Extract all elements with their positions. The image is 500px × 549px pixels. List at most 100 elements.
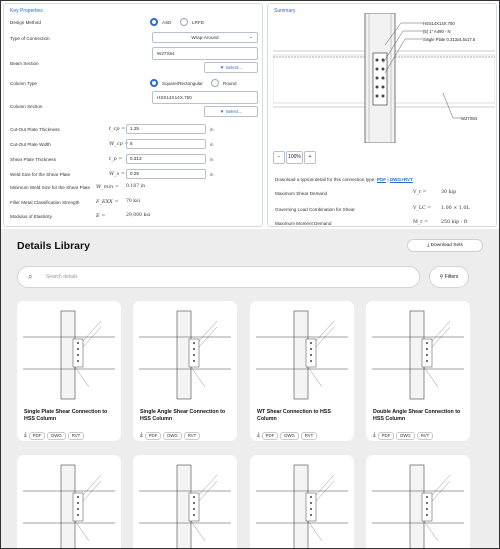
detail-drawing [23,310,115,400]
radio-asd-label: ASD [162,20,172,25]
radio-lrfd[interactable] [180,18,188,26]
download-detail-text: Download a typical detail for this conne… [275,177,413,182]
download-icon[interactable]: ⤓ [373,432,376,439]
field-label: Weld Size for the Shear Plate [10,172,71,177]
download-detail-label: Download a typical detail for this conne… [275,177,376,182]
format-tag[interactable]: RVT [416,431,434,440]
format-tag[interactable]: RVT [300,431,318,440]
format-tag[interactable]: DWG [47,431,66,440]
static-field-value: 70 ksi [126,199,140,204]
static-field-symbol: W_min = [96,184,119,190]
field-label: Shear Plate Thickness [10,157,56,162]
detail-card[interactable] [133,455,237,548]
radio-lrfd-label: LRFD [192,20,204,25]
beam-section-input[interactable]: W27X84 [152,47,258,60]
radio-square-rectangular[interactable] [150,79,158,87]
radio-square-label: Square/Rectangular [162,81,203,86]
filters-label: Filters [444,274,459,280]
card-title: WT Shear Connection to HSS Column [257,409,331,422]
static-field-value: 0.187 in [126,184,146,189]
detail-drawing [139,310,231,400]
detail-drawing [372,464,464,548]
filter-icon: ⚲ [439,274,444,280]
connection-type-select[interactable]: Wrap-Around ⌄ [152,32,258,43]
field-symbol: t_cp = [109,126,126,132]
card-tags: ⤓ PDF DWG RVT [140,427,202,440]
detail-drawing [372,310,464,400]
download-sets-button[interactable]: ⤓ Download Sets [407,239,483,252]
static-field-symbol: F_EXX = [96,199,119,205]
field-unit: in [210,127,214,132]
format-tag[interactable]: PDF [261,431,279,440]
detail-card[interactable] [366,455,470,548]
static-field-label: Filler Metal Classification Strength [10,200,80,205]
detail-card[interactable]: Single Angle Shear Connection to HSS Col… [133,301,237,441]
demand-symbol: V_r = [413,190,427,195]
detail-card[interactable]: Double Angle Shear Connection to HSS Col… [366,301,470,441]
field-unit: in [210,172,214,177]
format-tag[interactable]: DWG [163,431,182,440]
demand-value: 30 kip [441,190,457,195]
demand-symbol: V_LC = [413,206,432,211]
static-field-symbol: E = [96,213,106,219]
drawing-label: Single Plate 0.313x4.5x17.5 [423,37,476,42]
field-input[interactable]: 6 [126,139,206,149]
connection-drawing: HSS14X14X.750 (5) 1" A490 - N Single Pla… [273,13,495,143]
detail-card[interactable] [250,455,354,548]
drawing-label: W27X84 [461,116,478,121]
field-input[interactable]: 0.313 [126,154,206,164]
detail-card[interactable]: Single Plate Shear Connection to HSS Col… [17,301,121,441]
card-title: Single Plate Shear Connection to HSS Col… [24,409,108,422]
pdf-link[interactable]: PDF [377,177,386,182]
format-tag[interactable]: DWG [396,431,415,440]
download-icon[interactable]: ⤓ [24,432,27,439]
search-bar[interactable]: ⌕ Search details [17,266,420,288]
dwg-rvt-link[interactable]: DWG+RVT [390,177,413,182]
chevron-down-icon: ⌄ [248,34,253,40]
format-tag[interactable]: DWG [280,431,299,440]
download-icon[interactable]: ⤓ [140,432,143,439]
key-properties-panel: Key Properties Design Method ASD LRFD Ty… [3,3,263,227]
demand-value: 250 kip · ft [441,220,468,225]
format-tag[interactable]: RVT [183,431,201,440]
field-unit: in [210,157,214,162]
demand-label: Governing Load Combination for Shear [275,207,355,212]
detail-card[interactable] [17,455,121,548]
panel-title: Key Properties [10,8,43,14]
card-title: Single Angle Shear Connection to HSS Col… [140,409,226,422]
download-icon[interactable]: ⤓ [257,432,260,439]
radio-asd[interactable] [150,18,158,26]
filters-button[interactable]: ⚲ Filters [429,266,469,288]
search-input[interactable]: Search details [46,274,78,280]
format-tag[interactable]: RVT [67,431,85,440]
card-tags: ⤓ PDF DWG RVT [257,427,319,440]
static-field-value: 29,000 ksi [126,213,151,218]
column-select-button[interactable]: ▼ Select... [204,106,258,117]
radio-round[interactable] [211,79,219,87]
field-input[interactable]: 0.25 [126,169,206,179]
filter-icon: ▼ [219,65,225,70]
detail-drawing [256,310,348,400]
beam-section-label: Beam Section [10,61,39,66]
design-method-label: Design Method [10,20,41,25]
demand-symbol: M_r = [413,220,429,225]
detail-drawing [256,464,348,548]
format-tag[interactable]: PDF [144,431,162,440]
zoom-level: 100% [286,151,303,164]
library-title: Details Library [17,240,90,252]
detail-drawing [139,464,231,548]
detail-card[interactable]: WT Shear Connection to HSS Column ⤓ PDF DWG… [250,301,354,441]
format-tag[interactable]: PDF [377,431,395,440]
column-section-input[interactable]: HSS14X14X.750 [152,91,258,104]
beam-select-button[interactable]: ▼ Select... [204,62,258,73]
drawing-label: (5) 1" A490 - N [423,29,451,34]
static-field-label: Modulus of Elasticity [10,214,52,219]
field-input[interactable]: 1.25 [126,124,206,134]
format-tag[interactable]: PDF [28,431,46,440]
column-type-label: Column Type [10,81,37,86]
zoom-in-button[interactable]: + [304,151,316,164]
beam-select-label: Select... [225,65,243,70]
static-field-label: Minimum Weld Size for the Shear Plate [10,185,91,190]
zoom-out-button[interactable]: − [273,151,285,164]
connection-type-value: Wrap-Around [191,35,219,40]
